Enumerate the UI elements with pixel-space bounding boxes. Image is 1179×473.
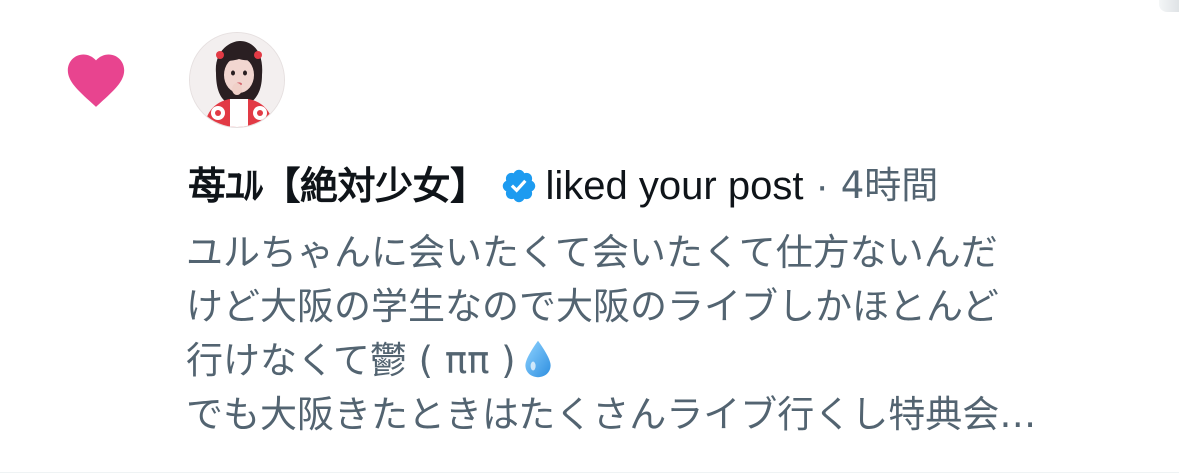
like-notification[interactable]: 苺ﾕﾙ【絶対少女】 liked your post · 4時間 ユルちゃんに会い… [0,0,1179,473]
post-line: でも大阪きたときはたくさんライブ行くし特典会… [186,393,1037,436]
action-text: liked your post [545,164,804,208]
verified-badge-icon [502,169,535,203]
corner-indicator [1159,0,1179,12]
post-line-with-emoji: 行けなくて鬱 ( ππ ) [186,334,1171,388]
user-display-name[interactable]: 苺ﾕﾙ【絶対少女】 [188,158,488,214]
post-line: ユルちゃんに会いたくて会いたくて仕方ないんだ [186,231,998,274]
heart-icon [67,54,125,107]
droplet-icon [525,340,551,378]
post-preview[interactable]: ユルちゃんに会いたくて会いたくて仕方ないんだ けど大阪の学生なので大阪のライブし… [186,226,1171,442]
separator: · [815,164,829,208]
post-line: けど大阪の学生なので大阪のライブしかほとんど [186,285,999,328]
avatar[interactable] [189,32,285,128]
avatar-photo [190,33,284,127]
notification-headline: 苺ﾕﾙ【絶対少女】 liked your post · 4時間 [188,158,1168,214]
timestamp: 4時間 [840,164,939,207]
post-line-text: 行けなくて鬱 ( ππ ) [186,339,516,382]
